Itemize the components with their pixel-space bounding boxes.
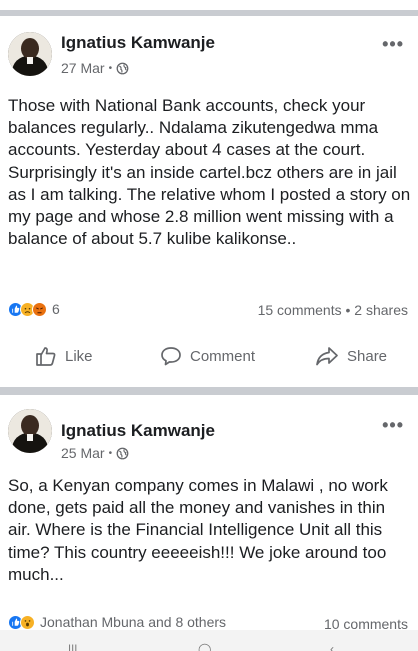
post-text: Those with National Bank accounts, check… (8, 96, 411, 249)
system-nav-bar: ||| ◯ ‹ (0, 630, 418, 651)
meta-separator: • (108, 62, 113, 74)
post-author[interactable]: Ignatius Kamwanje (61, 33, 215, 53)
post-author[interactable]: Ignatius Kamwanje (61, 421, 215, 441)
share-arrow-icon (316, 347, 338, 366)
meta-separator: • (108, 447, 113, 459)
more-options-icon[interactable]: ••• (382, 34, 404, 55)
comment-label: Comment (190, 347, 256, 365)
reaction-summary[interactable]: Jonathan Mbuna and 8 others (8, 614, 226, 630)
post-date[interactable]: 25 Mar (61, 445, 105, 461)
comment-share-count[interactable]: 15 comments • 2 shares (258, 302, 408, 318)
reaction-count: 6 (52, 301, 60, 317)
comment-button[interactable]: Comment (160, 346, 255, 366)
back-icon[interactable]: ‹ (330, 642, 334, 651)
feed-post: Ignatius Kamwanje 27 Mar • ••• Those wit… (0, 16, 418, 387)
thumbs-up-icon (36, 347, 56, 366)
previous-post-bottom (0, 0, 418, 10)
post-date[interactable]: 27 Mar (61, 60, 105, 76)
globe-icon (116, 447, 129, 459)
like-label: Like (65, 347, 93, 365)
angry-icon (32, 301, 47, 317)
share-button[interactable]: Share (315, 346, 387, 366)
reaction-names: Jonathan Mbuna and 8 others (40, 614, 227, 630)
more-options-icon[interactable]: ••• (382, 415, 404, 436)
comment-bubble-icon (161, 347, 181, 366)
reaction-summary[interactable]: 6 (8, 301, 60, 317)
share-label: Share (347, 347, 388, 365)
post-actions: Like Comment Share (0, 346, 418, 370)
post-text: So, a Kenyan company comes in Malawi , n… (8, 476, 388, 584)
recent-apps-icon[interactable]: ||| (68, 642, 77, 651)
avatar[interactable] (8, 32, 52, 76)
post-meta: 27 Mar • (61, 60, 129, 76)
wow-icon (20, 614, 35, 630)
post-meta: 25 Mar • (61, 445, 129, 461)
home-icon[interactable]: ◯ (198, 642, 211, 651)
avatar[interactable] (8, 409, 52, 453)
feed-post: Ignatius Kamwanje 25 Mar • ••• So, a Ken… (0, 395, 418, 632)
globe-icon (116, 62, 129, 74)
like-button[interactable]: Like (35, 346, 93, 366)
